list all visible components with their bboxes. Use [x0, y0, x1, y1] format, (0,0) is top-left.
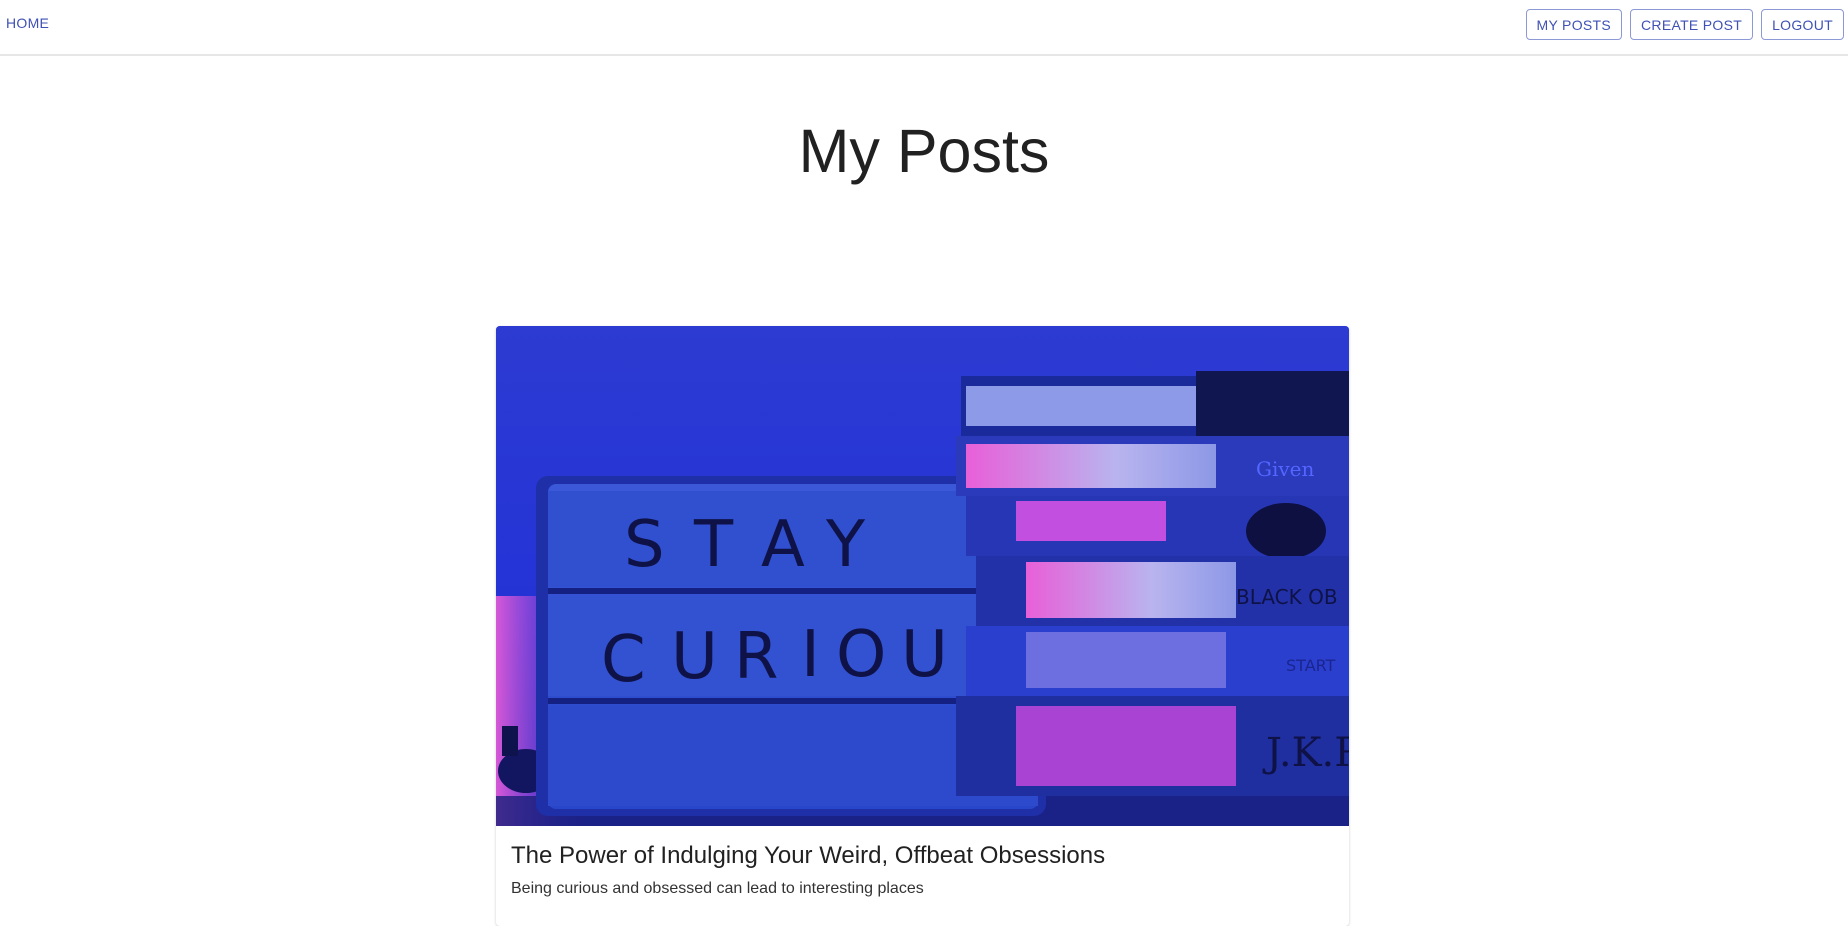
top-navbar: HOME MY POSTS CREATE POST LOGOUT [0, 0, 1848, 56]
post-card[interactable]: S T A Y C U R I O U S [496, 326, 1349, 926]
logout-button[interactable]: LOGOUT [1761, 9, 1844, 40]
svg-text:R: R [734, 620, 778, 694]
sign-letter: T [693, 508, 734, 582]
post-image-illustration: S T A Y C U R I O U S [496, 326, 1349, 826]
svg-text:I: I [801, 618, 820, 692]
sign-letter: S [624, 508, 665, 582]
post-card-body: The Power of Indulging Your Weird, Offbe… [496, 826, 1349, 898]
my-posts-button[interactable]: MY POSTS [1525, 9, 1623, 40]
home-link[interactable]: HOME [6, 15, 49, 31]
svg-text:U: U [901, 618, 948, 692]
svg-text:C: C [601, 623, 646, 697]
post-title[interactable]: The Power of Indulging Your Weird, Offbe… [511, 842, 1334, 870]
svg-text:U: U [671, 620, 718, 694]
sign-letter: Y [825, 508, 866, 582]
create-post-button[interactable]: CREATE POST [1630, 9, 1754, 40]
post-description: Being curious and obsessed can lead to i… [511, 880, 924, 897]
sign-letter: A [761, 508, 805, 582]
page-title: My Posts [798, 117, 1050, 185]
post-image[interactable]: S T A Y C U R I O U S [496, 326, 1349, 826]
nav-actions: MY POSTS CREATE POST LOGOUT [1525, 9, 1844, 40]
svg-text:START: START [1286, 656, 1336, 675]
svg-text:J.K.R: J.K.R [1262, 730, 1349, 776]
svg-text:Given: Given [1256, 457, 1315, 481]
svg-text:BLACK OB: BLACK OB [1236, 585, 1338, 609]
svg-text:O: O [836, 618, 886, 692]
